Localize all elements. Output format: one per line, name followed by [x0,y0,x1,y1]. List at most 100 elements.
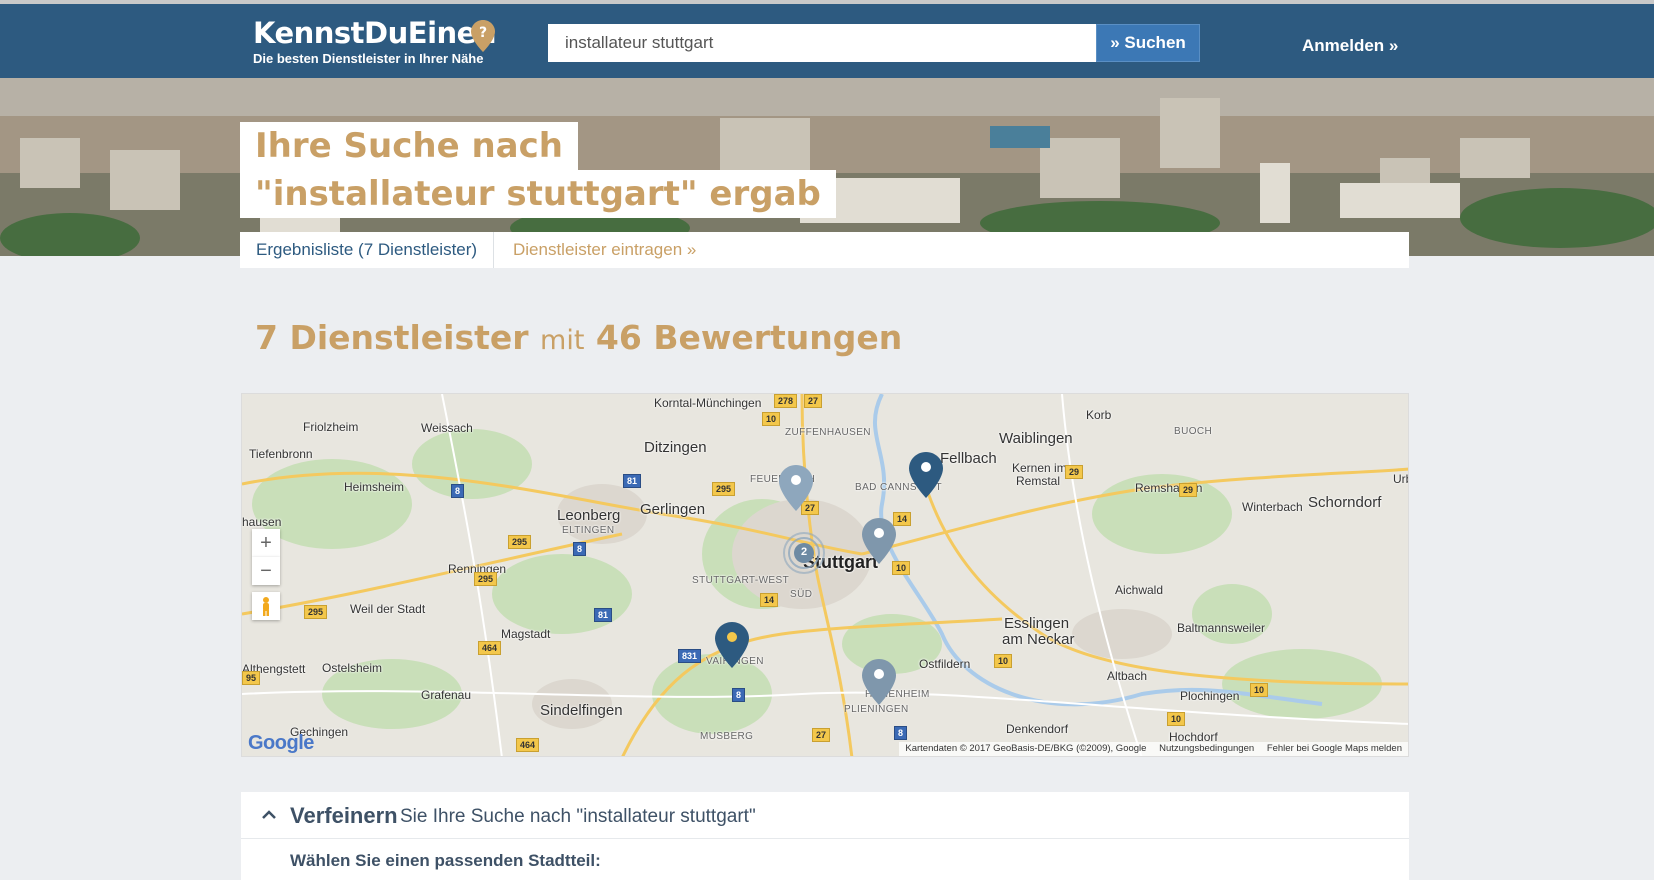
map-pin-selected-icon[interactable] [715,622,749,668]
map-label: Waiblingen [999,430,1073,447]
road-shield: 8 [894,726,908,740]
search-button[interactable]: » Suchen [1096,24,1200,62]
login-link[interactable]: Anmelden » [1302,36,1398,56]
search-input[interactable] [548,24,1096,62]
refine-title: Verfeinern [290,803,398,828]
map-label: Ostelsheim [322,661,383,675]
road-shield: 831 [678,649,702,663]
map-label: hausen [242,515,282,529]
map-pin-icon[interactable] [779,465,813,511]
map-label: PLIENINGEN [844,704,909,715]
road-shield: 14 [760,593,779,607]
map-label: Baltmannsweiler [1177,621,1266,635]
map-label: Grafenau [421,688,472,702]
map-label: Plochingen [1180,689,1240,703]
logo-text: KennstDuEinen [253,16,496,50]
map-label: BUOCH [1174,426,1213,437]
cluster-count: 2 [800,546,808,558]
site-header: KennstDuEinen ? Die besten Dienstleister… [0,4,1654,78]
district-label: Wählen Sie einen passenden Stadtteil: [290,851,601,870]
tab-results-list[interactable]: Ergebnisliste (7 Dienstleister) [240,232,495,268]
road-shield: 8 [451,484,465,498]
provider-count: 7 Dienstleister [255,318,529,357]
map-pin-icon[interactable] [862,659,896,705]
map-label: Leonberg [557,507,621,524]
google-logo-text: Google [248,732,314,754]
map-label: Esslingen [1004,615,1070,632]
zoom-out-button[interactable]: − [252,557,280,585]
zoom-in-button[interactable]: + [252,529,280,557]
road-shield: 278 [774,394,798,408]
hero-title-line1: Ihre Suche nach [240,122,578,170]
map-pin-icon[interactable] [862,518,896,564]
map-label: Kernen im [1012,461,1067,475]
map-label: Aichwald [1115,583,1164,597]
road-shield: 295 [508,535,532,549]
road-shield: 464 [478,641,502,655]
heading-connector: mit [540,325,585,356]
map-label: Winterbach [1242,500,1303,514]
map-label: Friolzheim [303,420,359,434]
map-label: Weissach [421,421,473,435]
road-shield: 81 [623,474,642,488]
chevron-up-icon [262,810,276,819]
map-label: Sindelfingen [540,702,623,719]
map-attribution-bar: Kartendaten © 2017 GeoBasis-DE/BKG (©200… [899,742,1408,756]
tagline: Die besten Dienstleister in Ihrer Nähe [253,51,484,66]
map-label: Magstadt [501,627,551,641]
refine-panel: Verfeinern Sie Ihre Suche nach "installa… [241,792,1409,880]
refine-toggle[interactable]: Verfeinern Sie Ihre Suche nach "installa… [241,792,1409,839]
tab-add-provider[interactable]: Dienstleister eintragen » [497,232,712,268]
svg-text:?: ? [479,25,487,41]
map-label: Ostfildern [919,657,971,671]
map-label: Remstal [1016,474,1061,488]
map-cluster-marker[interactable]: 2 [782,531,826,575]
map-terms-link[interactable]: Nutzungsbedingungen [1159,743,1254,754]
result-tabs: Ergebnisliste (7 Dienstleister) Dienstle… [240,232,1409,268]
results-map[interactable]: Korntal-Münchingen Friolzheim Weissach K… [241,393,1409,757]
map-label: Weil der Stadt [350,602,426,616]
map-label: Urb [1393,472,1408,486]
road-shield: 295 [304,605,328,619]
map-label: Ditzingen [644,439,707,456]
results-heading: 7 Dienstleister mit 46 Bewertungen [255,318,902,357]
road-shield: 27 [812,728,831,742]
review-count: 46 Bewertungen [595,318,903,357]
logo-pin-icon: ? [471,20,495,52]
map-label: Korntal-Münchingen [654,396,762,410]
road-shield: 27 [804,394,823,408]
road-shield: 295 [474,572,498,586]
map-label: Heimsheim [344,480,405,494]
hero-title-line2: "installateur stuttgart" ergab [240,170,836,218]
map-label: Gerlingen [640,501,706,518]
map-label: Schorndorf [1308,494,1382,511]
road-shield: 10 [994,654,1013,668]
map-label: am Neckar [1002,631,1075,648]
map-label: SÜD [790,589,813,600]
map-label: Altbach [1107,669,1148,683]
road-shield: 95 [242,671,261,685]
map-label: ELTINGEN [562,525,615,536]
map-label: Fellbach [940,450,997,467]
road-shield: 10 [1250,683,1269,697]
road-shield: 295 [712,482,736,496]
road-shield: 464 [516,738,540,752]
map-copyright: Kartendaten © 2017 GeoBasis-DE/BKG (©200… [905,743,1147,754]
refine-subtitle: Sie Ihre Suche nach "installateur stuttg… [400,806,756,827]
road-shield: 29 [1065,465,1084,479]
road-shield: 10 [762,412,781,426]
map-report-link[interactable]: Fehler bei Google Maps melden [1267,743,1402,754]
road-shield: 8 [573,542,587,556]
logo[interactable]: KennstDuEinen ? Die besten Dienstleister… [253,16,496,66]
map-pin-icon[interactable] [909,452,943,498]
road-shield: 29 [1179,483,1198,497]
map-label: Denkendorf [1006,722,1069,736]
google-logo[interactable]: Google [248,732,314,755]
road-shield: 8 [732,688,746,702]
map-label: Korb [1086,408,1112,422]
street-view-pegman-icon[interactable] [252,592,280,620]
map-label: MUSBERG [700,731,754,742]
map-label: STUTTGART-WEST [692,575,790,586]
map-label: ZUFFENHAUSEN [785,427,871,438]
road-shield: 81 [594,608,613,622]
